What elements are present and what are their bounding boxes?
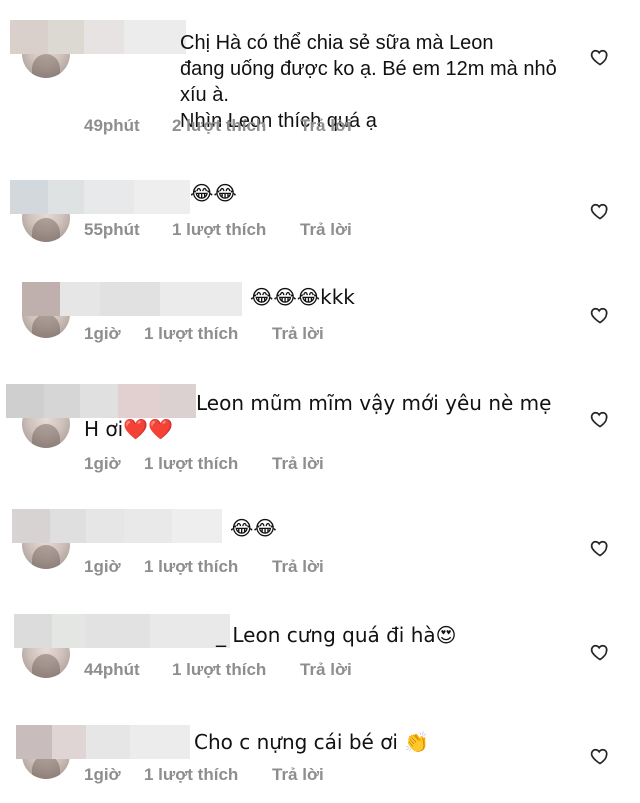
comment-time: 55phút: [84, 220, 140, 239]
username-blurred[interactable]: [14, 614, 230, 648]
reply-button[interactable]: Trả lời: [272, 765, 324, 785]
comment-item: _ Leon cưng quá đi hà😍 44phút 1 lượt thí…: [0, 610, 640, 705]
comment-meta: 44phút 1 lượt thích Trả lời: [84, 660, 352, 680]
reply-button[interactable]: Trả lời: [272, 454, 324, 474]
comment-item: 😂😂 55phút 1 lượt thích Trả lời: [0, 160, 640, 260]
comment-time: 1giờ: [84, 765, 121, 784]
comment-meta: 1giờ 1 lượt thích Trả lời: [84, 324, 324, 344]
comment-time: 44phút: [84, 660, 140, 679]
reply-button[interactable]: Trả lời: [272, 324, 324, 344]
comment-meta: 1giờ 1 lượt thích Trả lời: [84, 454, 324, 474]
heart-outline-icon[interactable]: [590, 746, 610, 766]
heart-outline-icon[interactable]: [590, 409, 610, 429]
comment-item: Leon mũm mĩm vậy mới yêu nè mẹ H ơi❤️❤️ …: [0, 380, 640, 490]
comment-text: 😂😂: [230, 516, 277, 540]
comment-item: 😂😂 1giờ 1 lượt thích Trả lời: [0, 505, 640, 605]
username-blurred[interactable]: [16, 725, 190, 759]
comment-text: Cho c nựng cái bé ơi 👏: [194, 730, 430, 754]
heart-outline-icon[interactable]: [590, 642, 610, 662]
comment-text: 😂😂😂kkk: [250, 285, 355, 309]
comment-meta: 1giờ 1 lượt thích Trả lời: [84, 557, 324, 577]
heart-outline-icon[interactable]: [590, 305, 610, 325]
comment-time: 1giờ: [84, 557, 121, 576]
comment-item: Cho c nựng cái bé ơi 👏 1giờ 1 lượt thích…: [0, 715, 640, 803]
comment-likes[interactable]: 1 lượt thích: [144, 324, 272, 344]
username-blurred[interactable]: [12, 509, 222, 543]
username-blurred[interactable]: [10, 20, 186, 54]
comment-text: 😂😂: [190, 181, 237, 205]
comment-likes[interactable]: 1 lượt thích: [172, 220, 300, 240]
comment-likes[interactable]: 1 lượt thích: [144, 454, 272, 474]
comment-meta: 1giờ 1 lượt thích Trả lời: [84, 765, 324, 785]
comment-likes[interactable]: 2 lượt thích: [172, 116, 300, 136]
heart-outline-icon[interactable]: [590, 47, 610, 67]
comment-likes[interactable]: 1 lượt thích: [172, 660, 300, 680]
comment-likes[interactable]: 1 lượt thích: [144, 765, 272, 785]
reply-button[interactable]: Trả lời: [300, 220, 352, 240]
heart-outline-icon[interactable]: [590, 201, 610, 221]
comment-time: 1giờ: [84, 324, 121, 343]
reply-button[interactable]: Trả lời: [300, 116, 352, 136]
reply-button[interactable]: Trả lời: [272, 557, 324, 577]
comment-likes[interactable]: 1 lượt thích: [144, 557, 272, 577]
comment-time: 49phút: [84, 116, 140, 135]
comment-text: Leon mũm mĩm vậy mới yêu nè mẹ H ơi❤️❤️: [84, 391, 552, 441]
comment-text: _ Leon cưng quá đi hà😍: [216, 623, 457, 647]
comment-time: 1giờ: [84, 454, 121, 473]
comment-item: Chị Hà có thể chia sẻ sữa mà Leon đang u…: [0, 0, 640, 150]
comment-meta: 49phút 2 lượt thích Trả lời: [84, 116, 352, 136]
comment-item: 😂😂😂kkk 1giờ 1 lượt thích Trả lời: [0, 270, 640, 370]
reply-button[interactable]: Trả lời: [300, 660, 352, 680]
username-blurred[interactable]: [22, 282, 242, 316]
username-blurred[interactable]: [10, 180, 190, 214]
comment-meta: 55phút 1 lượt thích Trả lời: [84, 220, 352, 240]
heart-outline-icon[interactable]: [590, 538, 610, 558]
